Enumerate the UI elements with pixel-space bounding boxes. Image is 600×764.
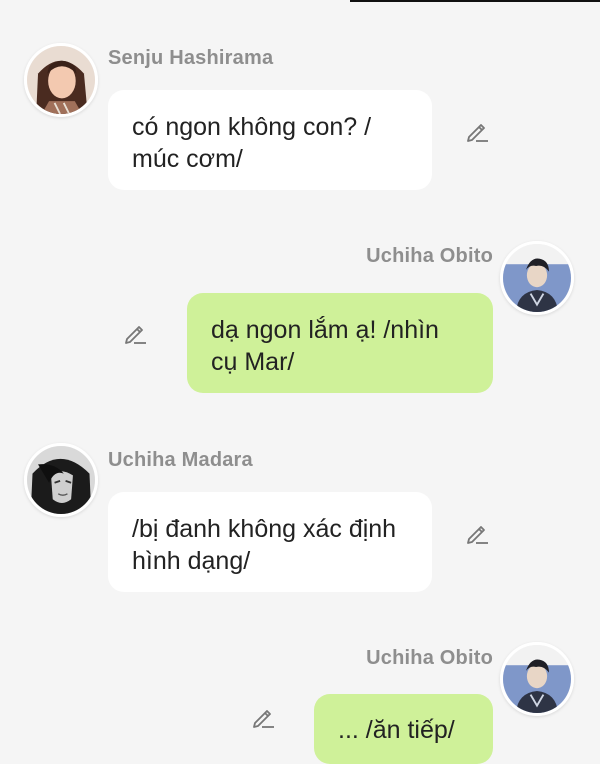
hashirama-avatar[interactable] (24, 43, 98, 117)
message-bubble[interactable]: dạ ngon lắm ạ! /nhìn cụ Mar/ (187, 293, 493, 393)
sender-name: Uchiha Obito (366, 647, 493, 669)
sender-name: Uchiha Madara (108, 449, 253, 471)
message-text: dạ ngon lắm ạ! /nhìn cụ Mar/ (211, 316, 439, 376)
message-bubble[interactable]: /bị đanh không xác định hình dạng/ (108, 492, 432, 592)
pencil-edit-icon[interactable] (250, 704, 276, 730)
obito-avatar[interactable] (500, 642, 574, 716)
sender-name: Senju Hashirama (108, 47, 274, 69)
message-text: có ngon không con? / múc cơm/ (132, 113, 372, 173)
pencil-edit-icon[interactable] (122, 320, 148, 346)
pencil-edit-icon[interactable] (464, 520, 490, 546)
sender-name: Uchiha Obito (366, 245, 493, 267)
top-divider (350, 0, 600, 2)
message-bubble[interactable]: ... /ăn tiếp/ (314, 694, 493, 764)
message-text: /bị đanh không xác định hình dạng/ (132, 515, 397, 575)
obito-avatar[interactable] (500, 241, 574, 315)
message-bubble[interactable]: có ngon không con? / múc cơm/ (108, 90, 432, 190)
madara-avatar[interactable] (24, 443, 98, 517)
message-text: ... /ăn tiếp/ (338, 716, 455, 744)
pencil-edit-icon[interactable] (464, 118, 490, 144)
